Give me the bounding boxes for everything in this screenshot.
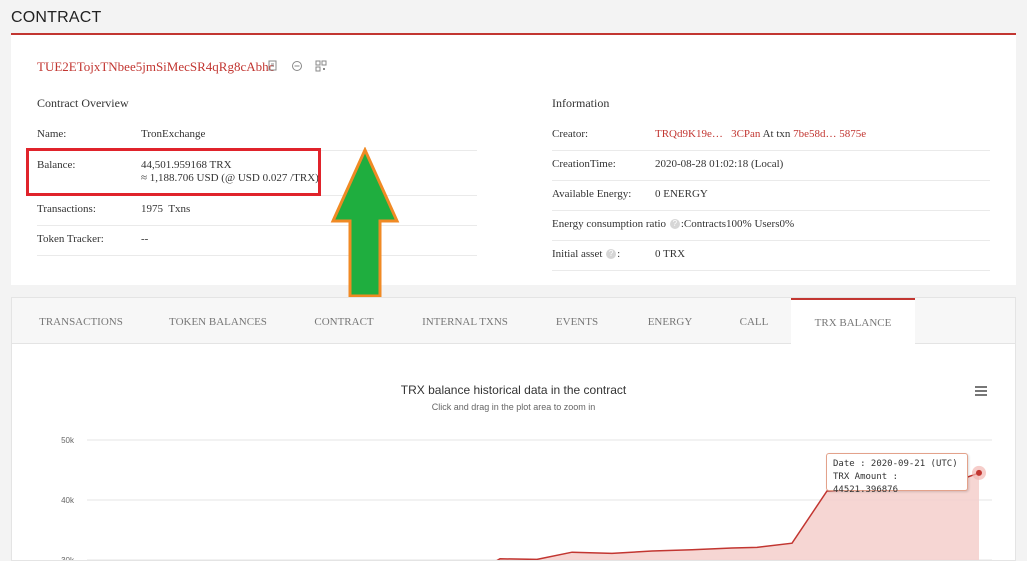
ratio-row: Energy consumption ratio ?:Contracts100%… [552,210,990,241]
tab-trx-balance[interactable]: TRX BALANCE [791,298,915,344]
initial-asset-row: Initial asset ?: 0 TRX [552,240,990,271]
initial-asset-label: Initial asset [552,248,603,260]
initial-asset-value: 0 TRX [655,248,686,260]
creator-label: Creator: [552,128,589,140]
balance-highlight-box [26,148,321,196]
ratio-value: :Contracts100% Users0% [680,218,795,230]
tab-internal-txns[interactable]: INTERNAL TXNS [410,298,520,343]
tabs-panel: TRANSACTIONS TOKEN BALANCES CONTRACT INT… [11,297,1016,561]
y-tick-label: 40k [61,496,75,505]
chart-subtitle: Click and drag in the plot area to zoom … [431,402,596,412]
creator-row: Creator: TRQd9K19e… 3CPan At txn 7be58d…… [552,120,990,151]
transactions-row: Transactions: 1975 Txns [37,195,477,226]
token-tracker-value: -- [141,233,149,245]
help-icon[interactable]: ? [669,219,680,230]
tab-token-balances[interactable]: TOKEN BALANCES [158,298,278,343]
y-tick-label: 30k [61,556,75,560]
tab-contract[interactable]: CONTRACT [298,298,390,343]
link-icon[interactable] [291,60,303,72]
contract-address[interactable]: TUE2ETojxTNbee5jmSiMecSR4qRg8cAbhc [37,59,274,75]
tab-transactions[interactable]: TRANSACTIONS [22,298,140,343]
tooltip-date: Date : 2020-09-21 (UTC) [833,459,958,469]
qr-code-icon[interactable] [315,60,327,72]
creation-time-value: 2020-08-28 01:02:18 (Local) [655,158,784,170]
transactions-label: Transactions: [37,203,96,215]
y-tick-label: 50k [61,436,75,445]
hamburger-menu-icon[interactable] [974,385,988,397]
creation-time-label: CreationTime: [552,158,616,170]
creator-address[interactable]: TRQd9K19e… [655,128,723,140]
energy-row: Available Energy: 0 ENERGY [552,180,990,211]
name-row: Name: TronExchange [37,120,477,151]
up-arrow-annotation [330,147,400,298]
chart-tooltip: Date : 2020-09-21 (UTC) TRX Amount : 445… [826,453,968,495]
tab-events[interactable]: EVENTS [540,298,614,343]
energy-value: 0 ENERGY [655,188,708,200]
data-point[interactable] [976,469,982,476]
energy-label: Available Energy: [552,188,632,200]
transactions-count[interactable]: 1975 [141,203,163,215]
transactions-unit: Txns [168,203,191,215]
help-icon[interactable]: ? [606,249,617,260]
creator-at-txn: At txn [762,128,791,140]
tab-call[interactable]: CALL [724,298,784,343]
creator-txn-link[interactable]: 7be58d… 5875e [793,128,866,140]
chart-title: TRX balance historical data in the contr… [400,383,627,397]
ratio-label: Energy consumption ratio [552,218,667,230]
tab-bar: TRANSACTIONS TOKEN BALANCES CONTRACT INT… [12,298,1015,344]
creator-address-tail[interactable]: 3CPan [731,128,760,140]
token-tracker-row: Token Tracker: -- [37,225,477,256]
overview-title: Contract Overview [37,96,129,110]
creation-time-row: CreationTime: 2020-08-28 01:02:18 (Local… [552,150,990,181]
name-value: TronExchange [141,128,206,140]
name-label: Name: [37,128,67,140]
copy-icon[interactable] [267,60,279,72]
tooltip-amount: TRX Amount : 44521.396876 [833,472,899,495]
token-tracker-label: Token Tracker: [37,233,104,245]
tab-energy[interactable]: ENERGY [632,298,708,343]
page-title: CONTRACT [11,9,102,26]
information-title: Information [552,96,610,110]
